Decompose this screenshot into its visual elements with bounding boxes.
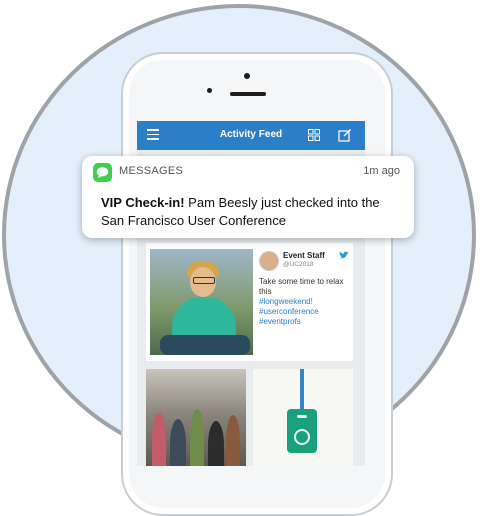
- messages-app-icon: [93, 163, 112, 182]
- tweet-hashtag[interactable]: #eventprofs: [259, 317, 351, 327]
- notification-timestamp: 1m ago: [363, 165, 400, 177]
- avatar: [259, 251, 279, 271]
- tweet-author-handle: @UC2018: [283, 261, 314, 268]
- feed-card-photo-badge[interactable]: [253, 369, 353, 466]
- notification-app-name: MESSAGES: [119, 165, 184, 177]
- feed-card-photo-crowd[interactable]: [146, 369, 246, 466]
- compose-icon[interactable]: [338, 128, 352, 142]
- notification-body: VIP Check-in! Pam Beesly just checked in…: [101, 194, 406, 230]
- twitter-bird-icon: [339, 251, 349, 259]
- phone-front-camera: [207, 88, 212, 93]
- tweet-hashtag[interactable]: #userconference: [259, 307, 351, 317]
- tweet-text: Take some time to relax this: [259, 277, 344, 296]
- app-header: Activity Feed: [137, 121, 365, 150]
- attendee-photo: [150, 249, 253, 355]
- phone-front-sensor: [244, 73, 250, 79]
- feed-card-photo-tweet[interactable]: Event Staff @UC2018 Take some time to re…: [146, 243, 353, 361]
- push-notification[interactable]: MESSAGES 1m ago VIP Check-in! Pam Beesly…: [82, 156, 414, 238]
- page-title: Activity Feed: [219, 129, 283, 140]
- phone-speaker: [230, 92, 266, 96]
- tweet-author-name: Event Staff: [283, 251, 325, 260]
- tweet: Event Staff @UC2018 Take some time to re…: [259, 249, 349, 355]
- tweet-hashtag[interactable]: #longweekend!: [259, 297, 351, 307]
- grid-view-icon[interactable]: [308, 129, 320, 141]
- notification-title: VIP Check-in!: [101, 195, 185, 210]
- conference-crowd-photo: [146, 369, 246, 466]
